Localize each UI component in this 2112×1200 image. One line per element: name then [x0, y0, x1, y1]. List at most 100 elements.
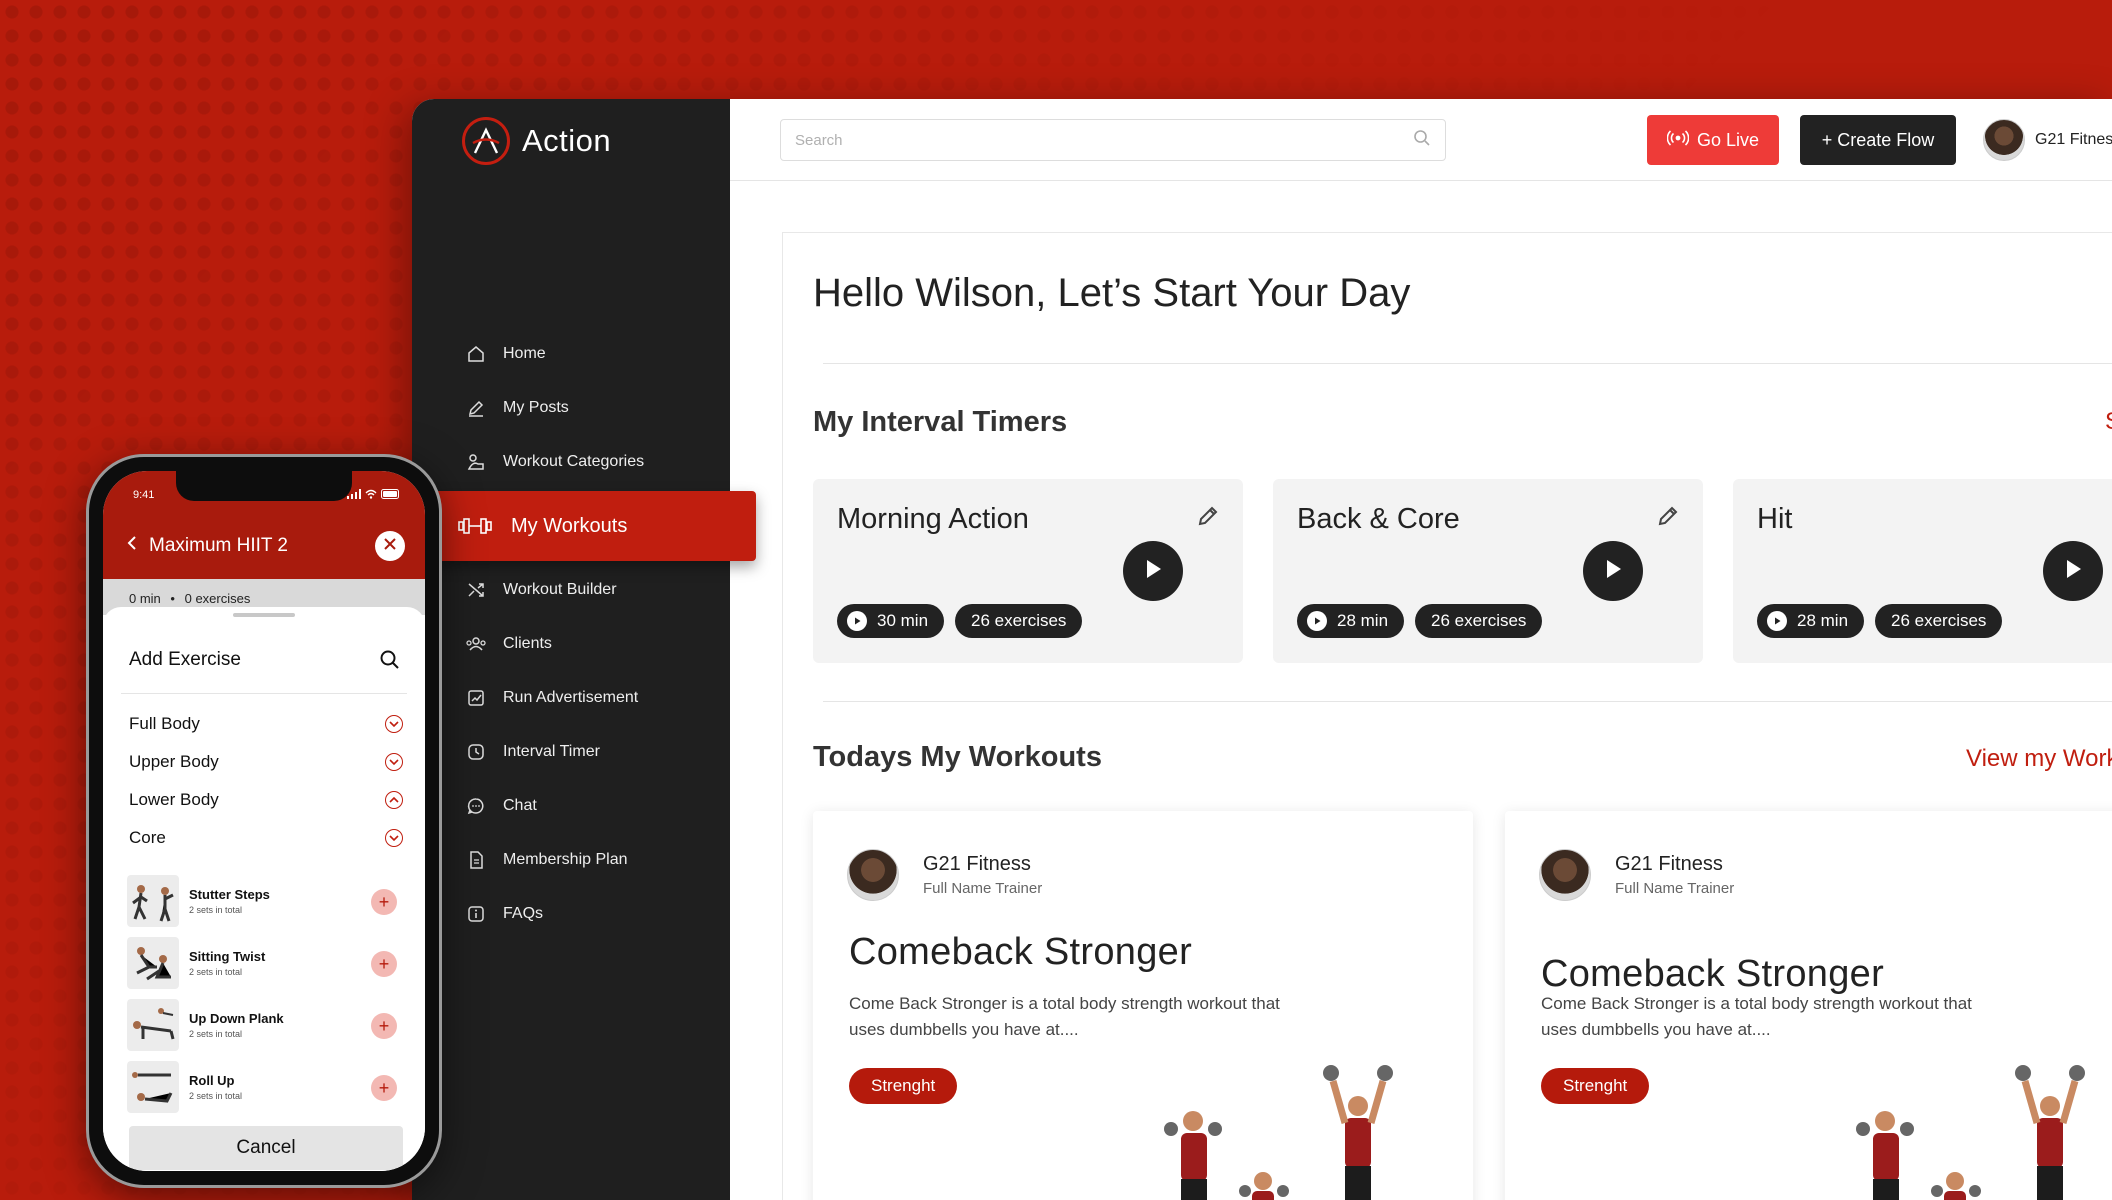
interval-timer-card[interactable]: Morning Action 30 min 26 exercises — [813, 479, 1243, 663]
plus-icon: + — [378, 891, 390, 912]
sidebar-item-home[interactable]: Home — [412, 327, 730, 381]
home-icon — [465, 343, 487, 365]
workout-card[interactable]: G21 Fitness Full Name Trainer Comeback S… — [813, 811, 1473, 1200]
sidebar-item-clients[interactable]: Clients — [412, 617, 730, 671]
category-label: Lower Body — [129, 790, 219, 809]
chevron-down-icon — [385, 753, 403, 771]
exercise-item[interactable]: Sitting Twist 2 sets in total + — [127, 937, 407, 989]
go-live-button[interactable]: Go Live — [1647, 115, 1779, 165]
sidebar-item-run-advertisement[interactable]: Run Advertisement — [412, 671, 730, 725]
add-exercise-button[interactable]: + — [371, 1075, 397, 1101]
timer-title: Hit — [1757, 503, 1793, 535]
play-button[interactable] — [1123, 541, 1183, 601]
exercise-item[interactable]: Up Down Plank 2 sets in total + — [127, 999, 407, 1051]
category-tag[interactable]: Strenght — [849, 1068, 958, 1104]
sheet-grabber[interactable] — [233, 613, 295, 617]
cancel-button[interactable]: Cancel — [129, 1126, 403, 1170]
sidebar-item-chat[interactable]: Chat — [412, 779, 730, 833]
sidebar-item-membership-plan[interactable]: Membership Plan — [412, 833, 730, 887]
exercise-sets: 2 sets in total — [189, 967, 243, 977]
brand-name: Action — [522, 123, 612, 158]
dumbbell-athletes-illustration — [1164, 1065, 1393, 1200]
play-button[interactable] — [1583, 541, 1643, 601]
edit-icon[interactable] — [1655, 503, 1681, 529]
sidebar-item-label: Clients — [503, 635, 552, 652]
chevron-down-icon — [385, 715, 403, 733]
timer-title: Back & Core — [1297, 503, 1460, 535]
sidebar-item-label: Chat — [503, 797, 537, 814]
duration-text: 30 min — [877, 611, 929, 630]
search-icon[interactable] — [379, 649, 401, 671]
interval-timer-card[interactable]: Back & Core 28 min 26 exercises — [1273, 479, 1703, 663]
play-icon — [1143, 558, 1163, 585]
exercise-item[interactable]: Stutter Steps 2 sets in total + — [127, 875, 407, 927]
add-exercise-button[interactable]: + — [371, 951, 397, 977]
avatar — [847, 849, 899, 901]
chevron-down-icon — [385, 829, 403, 847]
search-input[interactable] — [795, 131, 1413, 149]
trainer-name: G21 Fitness — [1615, 853, 1723, 875]
play-button[interactable] — [2043, 541, 2103, 601]
sidebar-item-label: Home — [503, 345, 546, 362]
phone-screen: 9:41 Maximum HIIT 2 0 min • 0 exercises … — [103, 471, 425, 1171]
user-menu[interactable]: G21 Fitness — [1983, 119, 2112, 161]
sidebar-item-interval-timer[interactable]: Interval Timer — [412, 725, 730, 779]
back-chevron-icon[interactable] — [127, 535, 137, 557]
sidebar-item-workout-categories[interactable]: Workout Categories — [412, 435, 730, 489]
exercise-thumbnail — [127, 1061, 179, 1113]
summary-minutes: 0 min — [129, 591, 161, 606]
sidebar: Action Home My Posts Workout Categories … — [412, 99, 756, 1200]
sidebar-item-label: Interval Timer — [503, 743, 600, 760]
dumbbell-athletes-illustration — [1856, 1065, 2085, 1200]
interval-timer-card[interactable]: Hit 28 min 26 exercises — [1733, 479, 2112, 663]
todays-workouts-title: Todays My Workouts — [813, 741, 1102, 773]
search-icon[interactable] — [1413, 129, 1431, 151]
sidebar-item-label: My Posts — [503, 399, 569, 416]
category-tag[interactable]: Strenght — [1541, 1068, 1650, 1104]
categories-icon — [465, 451, 487, 473]
workout-card[interactable]: G21 Fitness Full Name Trainer Comeback S… — [1505, 811, 2112, 1200]
signal-icon — [347, 489, 361, 499]
see-all-link[interactable]: Se — [2105, 408, 2112, 436]
page-title: Hello Wilson, Let’s Start Your Day — [813, 271, 1411, 315]
sidebar-item-label: Membership Plan — [503, 851, 628, 868]
sidebar-item-faqs[interactable]: FAQs — [412, 887, 730, 941]
duration-pill: 28 min — [1297, 604, 1405, 638]
sidebar-item-my-posts[interactable]: My Posts — [412, 381, 730, 435]
phone-notch — [176, 471, 352, 501]
avatar — [1539, 849, 1591, 901]
exercise-count-pill: 26 exercises — [955, 604, 1083, 638]
trainer-role: Full Name Trainer — [923, 880, 1043, 897]
sidebar-item-workout-builder[interactable]: Workout Builder — [412, 563, 730, 617]
category-upper-body[interactable]: Upper Body — [129, 752, 403, 772]
duration-text: 28 min — [1337, 611, 1389, 630]
exercise-item[interactable]: Roll Up 2 sets in total + — [127, 1061, 407, 1113]
exercise-name: Stutter Steps — [189, 887, 270, 902]
chat-icon — [465, 795, 487, 817]
search-box[interactable] — [780, 119, 1446, 161]
brand[interactable]: Action — [462, 117, 611, 165]
exercise-count-pill: 26 exercises — [1415, 604, 1543, 638]
sidebar-nav: Home My Posts Workout Categories My Work… — [412, 327, 756, 941]
chart-icon — [465, 687, 487, 709]
exercise-count-pill: 26 exercises — [1875, 604, 2003, 638]
sidebar-item-my-workouts[interactable]: My Workouts — [433, 491, 756, 561]
category-core[interactable]: Core — [129, 828, 403, 848]
battery-icon — [381, 489, 399, 499]
add-exercise-button[interactable]: + — [371, 1013, 397, 1039]
interval-timers-title: My Interval Timers — [813, 406, 1068, 438]
exercise-name: Sitting Twist — [189, 949, 266, 964]
info-icon — [465, 903, 487, 925]
phone-header: 9:41 Maximum HIIT 2 — [103, 471, 425, 579]
shuffle-icon — [465, 579, 487, 601]
add-exercise-button[interactable]: + — [371, 889, 397, 915]
create-flow-button[interactable]: + Create Flow — [1800, 115, 1956, 165]
close-button[interactable] — [375, 531, 405, 561]
category-full-body[interactable]: Full Body — [129, 714, 403, 734]
play-icon — [1603, 558, 1623, 585]
category-lower-body[interactable]: Lower Body — [129, 790, 403, 810]
trainer-info: G21 Fitness Full Name Trainer — [1539, 849, 1734, 901]
view-my-workouts-link[interactable]: View my Work — [1966, 745, 2112, 773]
edit-icon[interactable] — [1195, 503, 1221, 529]
dashboard-content: Hello Wilson, Let’s Start Your Day My In… — [782, 232, 2112, 1200]
